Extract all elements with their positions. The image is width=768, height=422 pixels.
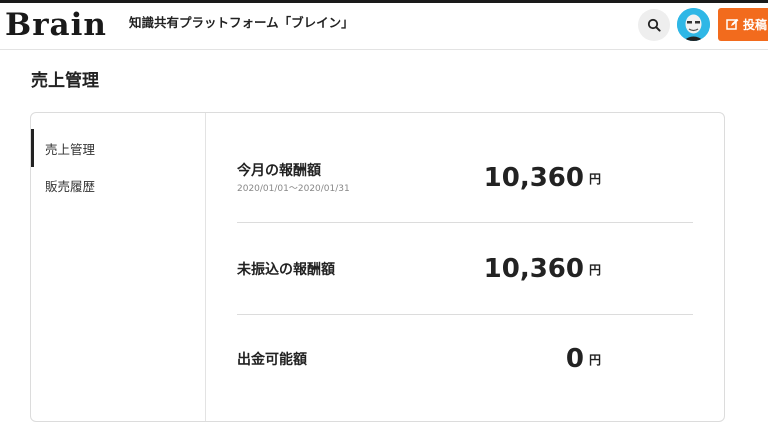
withdrawable-amount-unit: 円 bbox=[589, 353, 602, 367]
avatar-image bbox=[677, 8, 710, 41]
brain-logo[interactable]: Brain bbox=[5, 7, 107, 43]
search-icon bbox=[647, 18, 661, 32]
divider bbox=[237, 314, 693, 315]
edit-icon bbox=[726, 18, 739, 30]
site-header: Brain 知識共有プラットフォーム「ブレイン」 投稿 bbox=[0, 3, 768, 50]
monthly-reward-period: 2020/01/01～2020/01/31 bbox=[237, 184, 350, 194]
sales-card: 売上管理 販売履歴 今月の報酬額 2020/01/01～2020/01/31 1… bbox=[30, 112, 725, 422]
sidebar-item-label: 売上管理 bbox=[45, 141, 96, 157]
page-title: 売上管理 bbox=[31, 71, 99, 91]
post-button-label: 投稿 bbox=[743, 18, 768, 32]
site-tagline: 知識共有プラットフォーム「ブレイン」 bbox=[129, 15, 354, 30]
withdrawable-amount-value: 0 bbox=[565, 344, 584, 374]
unpaid-reward-unit: 円 bbox=[589, 263, 602, 277]
monthly-reward-label: 今月の報酬額 bbox=[237, 163, 321, 179]
withdrawable-amount-label: 出金可能額 bbox=[237, 352, 307, 368]
monthly-reward-amount: 10,360 bbox=[483, 163, 584, 193]
sidebar-item-label: 販売履歴 bbox=[45, 178, 96, 194]
unpaid-reward-label: 未振込の報酬額 bbox=[237, 262, 335, 278]
sidebar-item-history[interactable]: 販売履歴 bbox=[31, 166, 205, 204]
sidebar-item-sales[interactable]: 売上管理 bbox=[31, 129, 205, 167]
post-button[interactable]: 投稿 bbox=[718, 8, 768, 41]
monthly-reward-unit: 円 bbox=[589, 172, 602, 186]
sidebar: 売上管理 販売履歴 bbox=[31, 113, 206, 421]
search-button[interactable] bbox=[638, 9, 670, 41]
unpaid-reward-amount: 10,360 bbox=[483, 254, 584, 284]
user-avatar[interactable] bbox=[677, 8, 710, 41]
divider bbox=[237, 222, 693, 223]
